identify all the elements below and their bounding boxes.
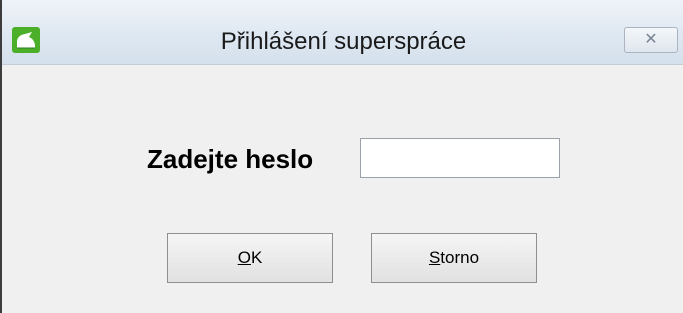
- cancel-button[interactable]: Storno: [371, 233, 537, 283]
- ok-access-key: O: [237, 248, 251, 267]
- window-title: Přihlášení superspráce: [220, 28, 467, 55]
- close-button[interactable]: ✕: [624, 27, 678, 53]
- cancel-access-key: S: [428, 248, 441, 267]
- close-icon: ✕: [644, 31, 658, 48]
- title-bar[interactable]: Přihlášení superspráce ✕: [2, 0, 683, 65]
- password-prompt-label: Zadejte heslo: [147, 144, 314, 174]
- login-dialog: Přihlášení superspráce ✕ Zadejte heslo O…: [0, 0, 683, 313]
- password-input[interactable]: [360, 138, 560, 178]
- ok-label-rest: K: [250, 248, 263, 267]
- ok-button[interactable]: OK: [167, 233, 333, 283]
- cancel-label-rest: torno: [440, 248, 480, 267]
- dialog-body: Zadejte heslo OK Storno: [2, 65, 683, 313]
